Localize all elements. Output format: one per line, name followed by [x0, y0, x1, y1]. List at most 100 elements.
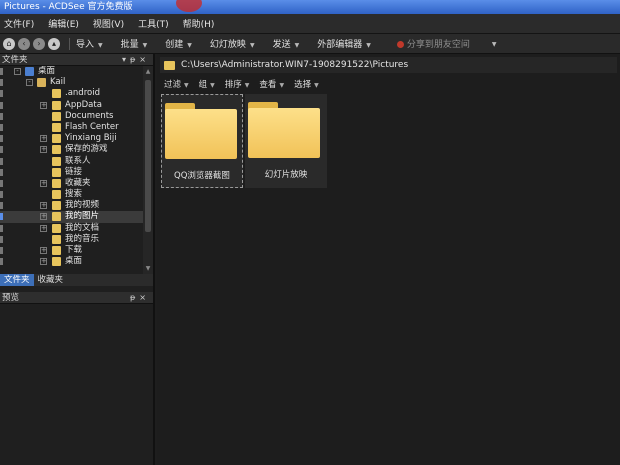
menu-help[interactable]: 帮助(H) [183, 17, 215, 30]
expand-icon: + [40, 178, 47, 187]
folder-icon [52, 145, 61, 155]
notification-blob [176, 0, 202, 12]
desktop-icon [25, 67, 34, 76]
left-panel-tabs: 文件夹 收藏夹 [0, 274, 153, 286]
left-panel: 文件夹 ▾ᵽ× - 桌面 - Kail .android + AppData Docu… [0, 54, 155, 465]
chevron-down-icon: ▼ [249, 42, 255, 49]
pin-icon[interactable]: ᵽ [130, 55, 139, 64]
pin-icon[interactable]: ᵽ [130, 293, 139, 302]
send-button[interactable]: 发送 ▼ [273, 37, 300, 50]
preview-panel-header: 预览 ᵽ× [0, 292, 153, 304]
tree-item[interactable]: + 我的文档 [0, 223, 143, 234]
import-button[interactable]: 导入 ▼ [76, 37, 103, 50]
expand-icon: + [40, 201, 47, 210]
tree-item[interactable]: + AppData [0, 100, 143, 111]
collapse-icon: - [26, 79, 33, 87]
chevron-down-icon: ▼ [187, 42, 192, 49]
preview-panel-title: 预览 [2, 293, 20, 303]
tree-item[interactable]: + Yinxiang Biji [0, 133, 143, 144]
tree-item[interactable]: 我的音乐 [0, 234, 143, 245]
tree-item[interactable]: 联系人 [0, 156, 143, 167]
folders-panel-title: 文件夹 [2, 55, 28, 65]
chevron-down-icon: ▼ [142, 42, 148, 49]
folder-icon [52, 167, 61, 177]
tree-item[interactable]: 搜索 [0, 189, 143, 200]
group-button[interactable]: 组 ▼ [199, 78, 215, 90]
forward-icon[interactable]: › [33, 37, 45, 50]
folder-icon [52, 100, 61, 110]
create-button[interactable]: 创建 ▼ [165, 37, 192, 50]
address-path: C:\Users\Administrator.WIN7-1908291522\P… [181, 60, 409, 70]
tree-scrollbar[interactable]: ▲ ▼ [143, 66, 153, 274]
batch-button[interactable]: 批量 ▼ [121, 37, 148, 50]
tree-item[interactable]: + 桌面 [0, 256, 143, 267]
folder-icon [52, 111, 61, 121]
thumbnail-caption: 幻灯片放映 [264, 170, 308, 180]
filter-bar: 过滤 ▼ 组 ▼ 排序 ▼ 查看 ▼ 选择 ▼ [160, 76, 617, 92]
window-title: Pictures - ACDSee 官方免费版 [4, 2, 133, 12]
scroll-down-icon[interactable]: ▼ [145, 265, 151, 272]
close-icon[interactable]: × [139, 293, 150, 302]
external-editor-button[interactable]: 外部编辑器 ▼ [317, 37, 371, 50]
title-bar: Pictures - ACDSee 官方免费版 [0, 0, 620, 14]
folder-icon [52, 178, 61, 188]
menu-file[interactable]: 文件(F) [4, 17, 34, 30]
close-icon[interactable]: × [139, 55, 150, 64]
tree-item[interactable]: + 保存的游戏 [0, 144, 143, 155]
share-icon [396, 41, 404, 48]
slideshow-button[interactable]: 幻灯放映 ▼ [210, 37, 255, 50]
tree-item[interactable]: 链接 [0, 167, 143, 178]
expand-icon: + [40, 134, 47, 143]
dropdown-icon[interactable]: ▾ [122, 55, 130, 64]
share-button[interactable]: 分享到朋友空间 [396, 37, 470, 50]
folder-icon [165, 103, 237, 159]
tree-item[interactable]: + 下载 [0, 245, 143, 256]
home-icon[interactable]: ⌂ [3, 37, 15, 50]
back-icon[interactable]: ‹ [18, 37, 30, 50]
folder-icon [52, 122, 61, 132]
tab-folders[interactable]: 文件夹 [0, 274, 34, 286]
folder-icon [52, 246, 61, 255]
tab-favorites[interactable]: 收藏夹 [34, 274, 68, 286]
expand-icon: + [40, 100, 47, 109]
menu-edit[interactable]: 编辑(E) [48, 17, 79, 30]
chevron-down-icon: ▼ [366, 42, 371, 49]
folder-icon [52, 257, 61, 267]
thumbnail-item[interactable]: QQ浏览器截图 [161, 94, 243, 188]
tree-item[interactable]: - 桌面 [0, 66, 143, 77]
chevron-down-icon: ▼ [294, 42, 300, 49]
address-bar[interactable]: C:\Users\Administrator.WIN7-1908291522\P… [160, 57, 617, 73]
scroll-up-icon[interactable]: ▲ [145, 68, 151, 75]
folders-panel-header: 文件夹 ▾ᵽ× [0, 54, 153, 66]
collapse-icon: - [14, 68, 21, 75]
chevron-down-icon: ▼ [279, 82, 285, 89]
expand-icon: + [40, 246, 47, 254]
menu-tools[interactable]: 工具(T) [138, 17, 169, 30]
expand-icon: + [40, 223, 47, 232]
select-button[interactable]: 选择 ▼ [294, 78, 319, 90]
tree-item[interactable]: Flash Center [0, 122, 143, 133]
tree-item[interactable]: + 收藏夹 [0, 178, 143, 189]
menu-view[interactable]: 视图(V) [93, 17, 124, 30]
main-toolbar: ⌂ ‹ › ▴ 导入 ▼ 批量 ▼ 创建 ▼ 幻灯放映 ▼ 发送 ▼ 外部编辑器 ▼ 分享到… [0, 34, 620, 54]
scrollbar-thumb[interactable] [145, 80, 151, 232]
filter-button[interactable]: 过滤 ▼ [164, 78, 189, 90]
thumbnail-caption: QQ浏览器截图 [174, 171, 230, 181]
tree-item[interactable]: + 我的视频 [0, 200, 143, 211]
folder-icon [52, 134, 61, 144]
toolbar-more-button[interactable]: ▼ [488, 39, 497, 49]
folder-tree: - 桌面 - Kail .android + AppData Documents Fl… [0, 66, 143, 274]
up-icon[interactable]: ▴ [48, 37, 60, 50]
tree-item-selected[interactable]: + 我的图片 [0, 211, 143, 223]
tree-item[interactable]: .android [0, 88, 143, 99]
folder-icon [52, 156, 61, 166]
view-button[interactable]: 查看 ▼ [259, 78, 284, 90]
user-folder-icon [37, 78, 46, 88]
expand-icon: + [40, 212, 47, 221]
thumbnail-item[interactable]: 幻灯片放映 [245, 94, 327, 188]
chevron-down-icon: ▼ [98, 42, 103, 49]
sort-button[interactable]: 排序 ▼ [225, 78, 250, 90]
tree-item[interactable]: - Kail [0, 77, 143, 88]
expand-icon: + [40, 145, 47, 154]
tree-item[interactable]: Documents [0, 111, 143, 122]
